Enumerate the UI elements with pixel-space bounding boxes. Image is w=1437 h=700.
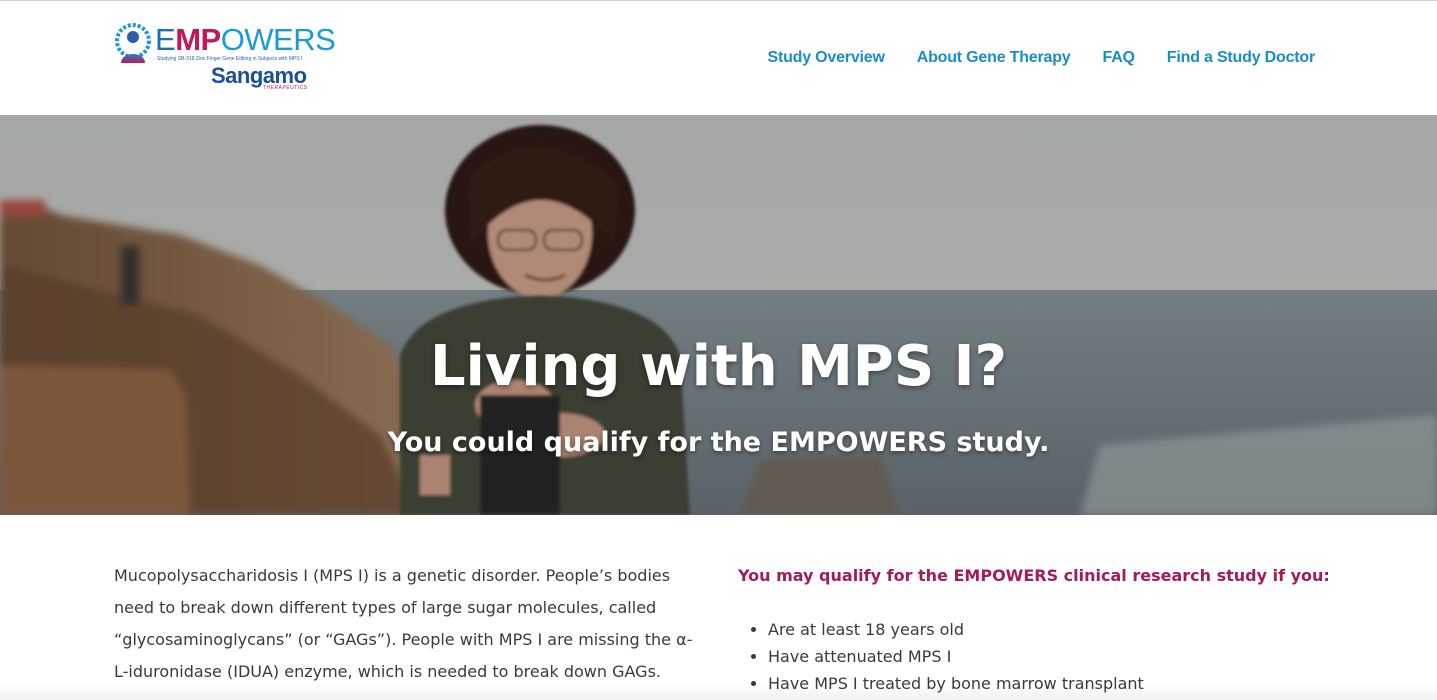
qualify-section: You may qualify for the EMPOWERS clinica… xyxy=(738,560,1338,697)
list-item: Have attenuated MPS I xyxy=(768,643,1338,670)
logo-tagline: Studying SB-318 Zinc Finger Gene Editing… xyxy=(157,56,303,62)
bottom-shadow xyxy=(0,684,1437,700)
qualify-heading: You may qualify for the EMPOWERS clinica… xyxy=(738,566,1330,585)
hero-banner: Living with MPS I? You could qualify for… xyxy=(0,115,1437,515)
empowers-logo[interactable]: EMPOWERS Studying SB-318 Zinc Finger Gen… xyxy=(113,23,336,95)
person-gear-emblem-icon xyxy=(115,23,151,63)
empowers-wordmark: EMPOWERS xyxy=(155,22,336,57)
intro-paragraph: Mucopolysaccharidosis I (MPS I) is a gen… xyxy=(114,566,693,681)
list-item: Are at least 18 years old xyxy=(768,616,1338,643)
site-header: EMPOWERS Studying SB-318 Zinc Finger Gen… xyxy=(0,1,1437,115)
hero-title: Living with MPS I? xyxy=(429,334,1007,399)
nav-about-gene-therapy[interactable]: About Gene Therapy xyxy=(917,49,1071,67)
main-nav: Study Overview About Gene Therapy FAQ Fi… xyxy=(767,49,1315,67)
nav-study-overview[interactable]: Study Overview xyxy=(767,49,884,67)
intro-section: Mucopolysaccharidosis I (MPS I) is a gen… xyxy=(114,560,704,688)
sangamo-subtitle: THERAPEUTICS xyxy=(263,85,308,91)
hero-subtitle: You could qualify for the EMPOWERS study… xyxy=(387,427,1050,458)
nav-find-study-doctor[interactable]: Find a Study Doctor xyxy=(1167,49,1315,67)
nav-faq[interactable]: FAQ xyxy=(1103,49,1135,67)
